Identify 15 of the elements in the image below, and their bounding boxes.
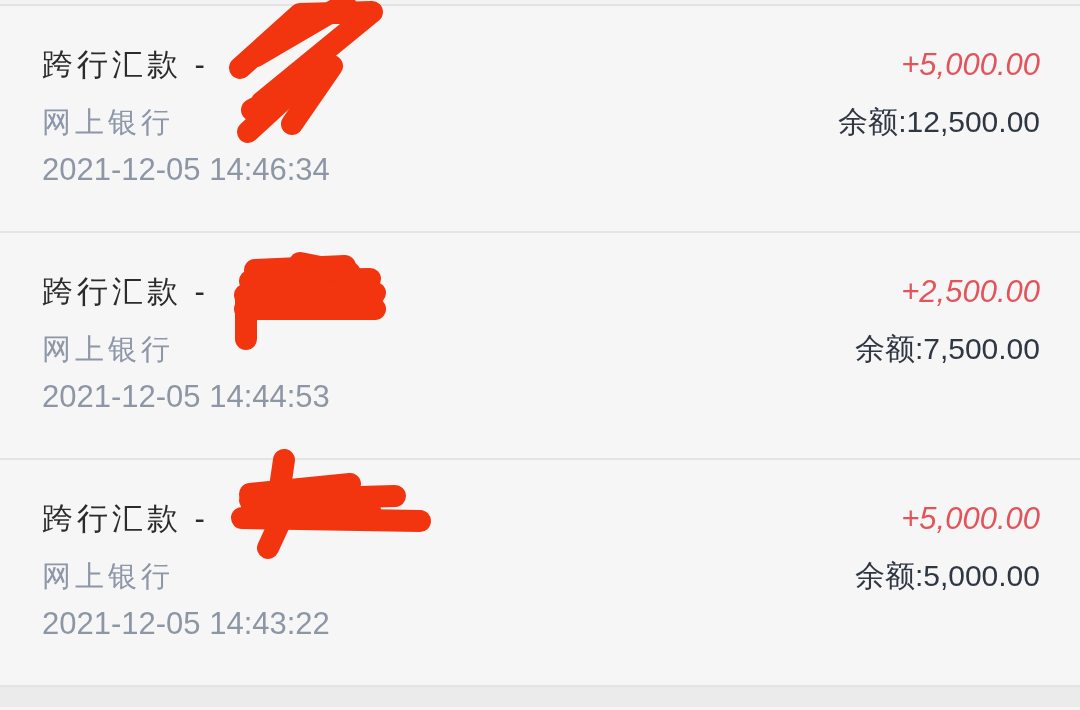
transaction-title: 跨行汇款 - bbox=[42, 273, 209, 311]
transaction-time: 2021-12-05 14:43:22 bbox=[42, 605, 330, 643]
transaction-amount: +2,500.00 bbox=[901, 273, 1040, 311]
transaction-time: 2021-12-05 14:44:53 bbox=[42, 378, 330, 416]
transaction-title: 跨行汇款 - bbox=[42, 46, 209, 84]
balance-text: 余额:7,500.00 bbox=[854, 331, 1040, 367]
transaction-amount: +5,000.00 bbox=[901, 46, 1040, 84]
balance-text: 余额:5,000.00 bbox=[854, 558, 1040, 594]
balance-text: 余额:12,500.00 bbox=[838, 104, 1040, 140]
transaction-time: 2021-12-05 14:46:34 bbox=[42, 151, 330, 189]
transaction-channel: 网上银行 bbox=[42, 105, 174, 140]
transaction-channel: 网上银行 bbox=[42, 332, 174, 367]
transaction-title: 跨行汇款 - bbox=[42, 500, 209, 538]
transaction-channel: 网上银行 bbox=[42, 559, 174, 594]
transaction-amount: +5,000.00 bbox=[901, 500, 1040, 538]
